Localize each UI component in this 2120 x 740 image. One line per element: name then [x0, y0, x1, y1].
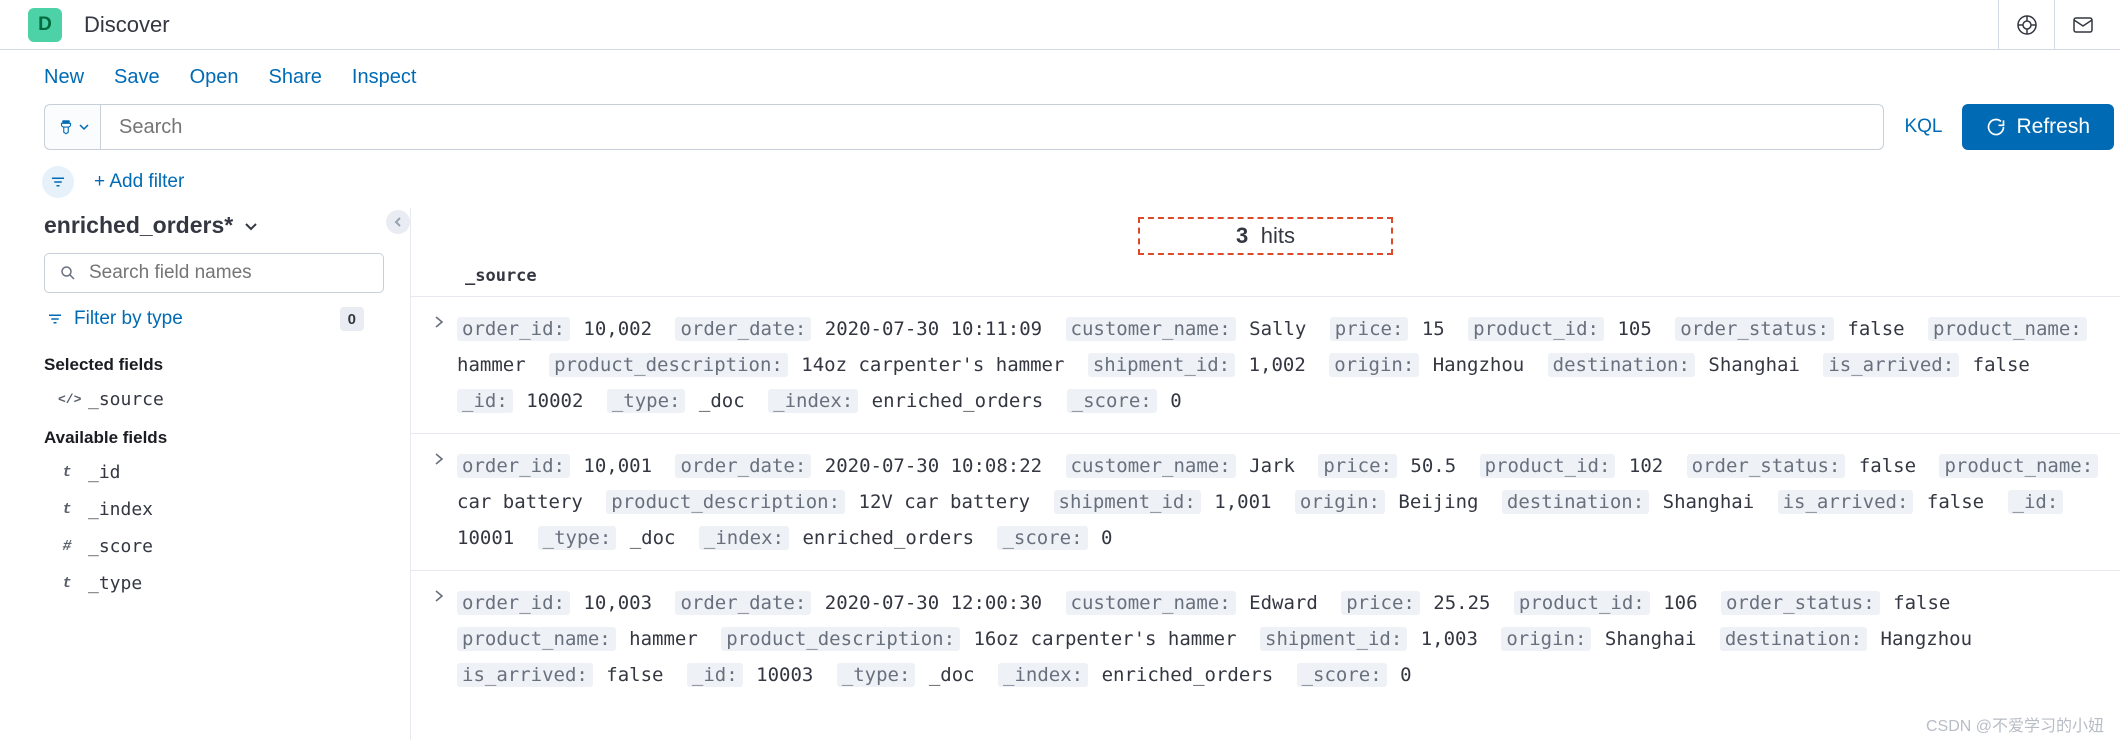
doc-source: order_id: 10,003 order_date: 2020-07-30 …	[457, 585, 2104, 693]
field-sidebar: enriched_orders* Filter by type 0 Select…	[28, 208, 410, 740]
search-icon	[59, 264, 77, 282]
toolbar-share[interactable]: Share	[269, 66, 322, 89]
index-pattern-select[interactable]: enriched_orders*	[44, 208, 394, 253]
nav-rail-item[interactable]	[5, 602, 23, 620]
search-row: KQL Refresh	[0, 104, 2120, 150]
filter-toggle-icon[interactable]	[42, 166, 74, 198]
toolbar-open[interactable]: Open	[190, 66, 239, 89]
filter-by-type[interactable]: Filter by type	[46, 308, 183, 330]
toolbar-save[interactable]: Save	[114, 66, 160, 89]
nav-rail-item[interactable]	[5, 474, 23, 492]
field-name: _type	[88, 573, 142, 594]
chrome-header: D Discover	[0, 0, 2120, 50]
field-type-icon: t	[58, 464, 76, 481]
field-item-_index[interactable]: t _index	[44, 491, 394, 528]
nav-rail-item[interactable]	[5, 538, 23, 556]
table-row: order_id: 10,001 order_date: 2020-07-30 …	[411, 433, 2120, 570]
filter-row: + Add filter	[0, 150, 2120, 208]
refresh-button-label: Refresh	[2016, 115, 2090, 139]
field-name: _index	[88, 499, 153, 520]
search-input[interactable]	[100, 104, 1884, 150]
selected-fields-header: Selected fields	[44, 345, 394, 381]
help-icon[interactable]	[1998, 0, 2054, 50]
query-language-switch[interactable]: KQL	[1884, 116, 1962, 138]
available-fields-header: Available fields	[44, 418, 394, 454]
nav-rail-item[interactable]	[5, 282, 23, 300]
results-panel: 3 hits _source order_id: 10,002 order_da…	[410, 208, 2120, 740]
hits-label: hits	[1261, 223, 1295, 248]
field-item-_id[interactable]: t _id	[44, 454, 394, 491]
field-type-icon: #	[58, 538, 76, 555]
hits-row: 3 hits	[411, 208, 2120, 264]
filter-by-type-count: 0	[340, 307, 364, 331]
field-search-input[interactable]	[89, 262, 369, 284]
table-row: order_id: 10,002 order_date: 2020-07-30 …	[411, 296, 2120, 433]
field-name: _score	[88, 536, 153, 557]
doc-source: order_id: 10,002 order_date: 2020-07-30 …	[457, 311, 2104, 419]
index-pattern-label: enriched_orders*	[44, 212, 233, 239]
field-type-icon: t	[58, 575, 76, 592]
hits-count: 3	[1236, 223, 1248, 248]
table-row: order_id: 10,003 order_date: 2020-07-30 …	[411, 570, 2120, 707]
field-item-_score[interactable]: # _score	[44, 528, 394, 565]
field-name: _id	[88, 462, 121, 483]
main: enriched_orders* Filter by type 0 Select…	[0, 208, 2120, 740]
refresh-button[interactable]: Refresh	[1962, 104, 2114, 150]
nav-rail	[0, 208, 28, 740]
doc-source: order_id: 10,001 order_date: 2020-07-30 …	[457, 448, 2104, 556]
field-type-icon: t	[58, 501, 76, 518]
add-filter-button[interactable]: + Add filter	[94, 171, 184, 193]
collapse-sidebar-icon[interactable]	[386, 210, 410, 234]
field-name: _source	[88, 389, 164, 410]
column-header-source[interactable]: _source	[411, 264, 2120, 296]
field-item-_source[interactable]: </> _source	[44, 381, 394, 418]
toolbar: New Save Open Share Inspect	[0, 50, 2120, 104]
filter-by-type-label: Filter by type	[74, 308, 183, 330]
field-search[interactable]	[44, 253, 384, 293]
field-item-_type[interactable]: t _type	[44, 565, 394, 602]
chevron-down-icon	[243, 218, 259, 234]
toolbar-new[interactable]: New	[44, 66, 84, 89]
hits-highlight: 3 hits	[1138, 217, 1393, 255]
toolbar-inspect[interactable]: Inspect	[352, 66, 416, 89]
field-type-icon: </>	[58, 392, 76, 407]
nav-rail-item[interactable]	[5, 346, 23, 364]
nav-rail-item[interactable]	[5, 410, 23, 428]
expand-doc-icon[interactable]	[421, 448, 457, 556]
app-title: Discover	[84, 12, 170, 38]
expand-doc-icon[interactable]	[421, 311, 457, 419]
expand-doc-icon[interactable]	[421, 585, 457, 693]
nav-rail-item[interactable]	[5, 218, 23, 236]
doc-list: order_id: 10,002 order_date: 2020-07-30 …	[411, 296, 2120, 707]
filter-icon	[46, 310, 64, 328]
query-options-button[interactable]	[44, 104, 100, 150]
app-badge[interactable]: D	[28, 8, 62, 42]
newsfeed-icon[interactable]	[2054, 0, 2110, 50]
